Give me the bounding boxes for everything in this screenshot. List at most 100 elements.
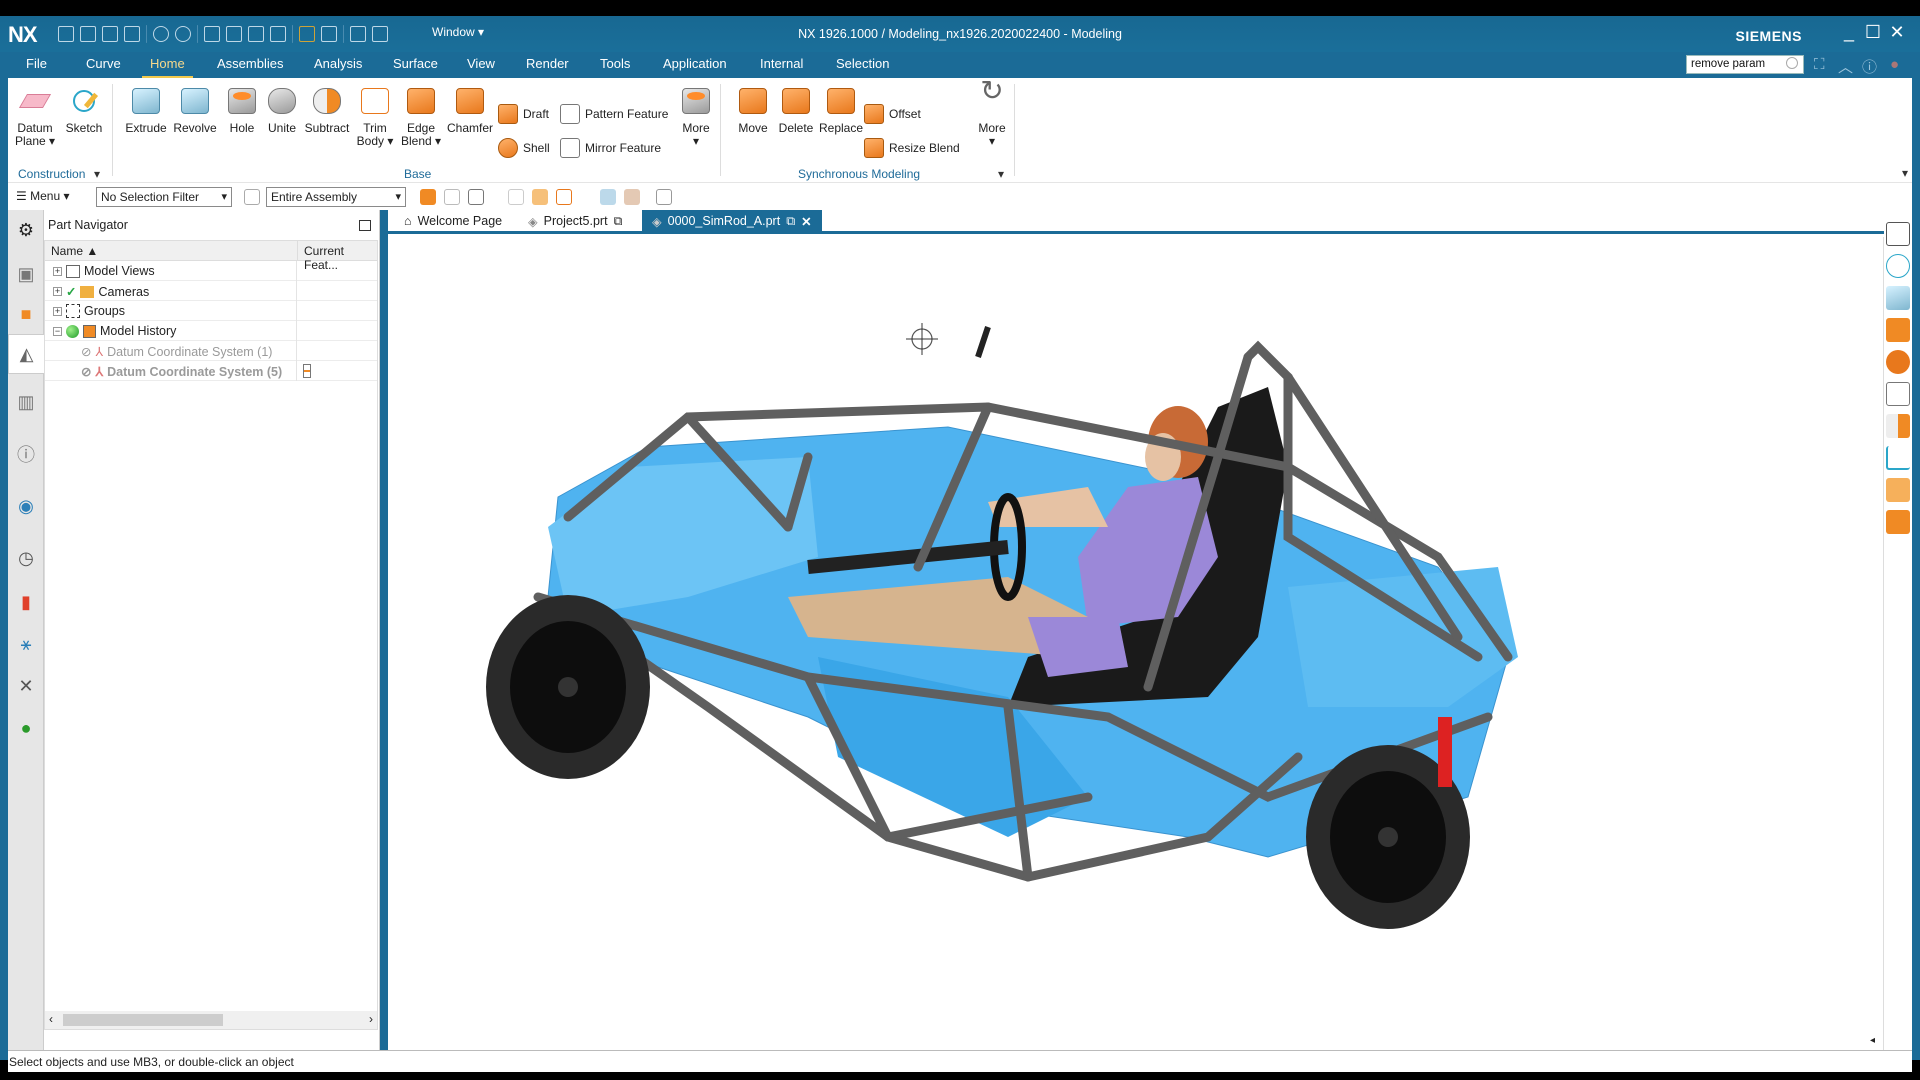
tree-row[interactable]: − Model History xyxy=(45,321,377,341)
tab-surface[interactable]: Surface xyxy=(393,56,438,71)
maximize-panel-icon[interactable] xyxy=(359,220,371,231)
select-feature-icon[interactable] xyxy=(420,189,436,205)
info-icon[interactable]: ⓘ xyxy=(12,440,40,468)
maximize-button[interactable]: ☐ xyxy=(1862,22,1884,43)
tree-row[interactable]: + Groups xyxy=(45,301,377,321)
collapse-icon[interactable]: − xyxy=(53,326,62,336)
help-icon[interactable]: ⓘ xyxy=(1862,56,1877,77)
wireframe-icon[interactable] xyxy=(656,189,672,205)
tab-home[interactable]: Home xyxy=(142,56,193,79)
tab-project5[interactable]: ◈ Project5.prt ⧉ xyxy=(518,210,632,232)
selection-scope-select[interactable]: Entire Assembly xyxy=(266,187,406,207)
hidden-eye-icon[interactable]: ⊘ xyxy=(81,344,91,359)
tab-selection[interactable]: Selection xyxy=(836,56,889,71)
shaded-view-icon[interactable] xyxy=(600,189,616,205)
pattern-shortcut-icon[interactable] xyxy=(1886,510,1910,534)
web-browser-icon[interactable]: ◉ xyxy=(12,492,40,520)
tab-internal[interactable]: Internal xyxy=(760,56,803,71)
extrude-button[interactable]: Extrude xyxy=(122,78,170,135)
datum-plane-button[interactable]: Datum Plane ▾ xyxy=(14,78,56,148)
point-constructor-icon[interactable] xyxy=(556,189,572,205)
search-icon[interactable] xyxy=(1786,57,1798,69)
curve-icon[interactable] xyxy=(1886,446,1910,470)
assembly-navigator-icon[interactable]: ▣ xyxy=(12,260,40,288)
hole-button[interactable]: Hole xyxy=(222,78,262,135)
sync-dropdown-icon[interactable]: ▾ xyxy=(998,167,1004,181)
scroll-right-icon[interactable]: › xyxy=(369,1012,373,1026)
tab-tools[interactable]: Tools xyxy=(600,56,630,71)
car-model[interactable] xyxy=(388,237,1884,1050)
section-icon[interactable] xyxy=(1886,414,1910,438)
ribbon-options-icon[interactable]: ▾ xyxy=(1902,166,1908,180)
sketch-button[interactable]: Sketch xyxy=(62,78,106,135)
tab-assemblies[interactable]: Assemblies xyxy=(217,56,283,71)
horizontal-scrollbar[interactable]: ‹ › xyxy=(45,1011,377,1029)
visualization-icon[interactable]: ▮ xyxy=(12,588,40,616)
expand-icon[interactable]: + xyxy=(53,306,62,316)
shell-button[interactable]: Shell xyxy=(498,138,550,158)
part-navigator-icon[interactable]: ◭ xyxy=(8,334,44,374)
popout-icon[interactable]: ⧉ xyxy=(786,214,795,229)
tab-analysis[interactable]: Analysis xyxy=(314,56,362,71)
sync-more-button[interactable]: ↻ More ▾ xyxy=(972,77,1012,148)
menu-button[interactable]: ☰ Menu ▾ xyxy=(16,189,69,203)
select-body-icon[interactable] xyxy=(532,189,548,205)
subtract-button[interactable]: Subtract xyxy=(302,78,352,135)
measure-icon[interactable] xyxy=(1886,382,1910,406)
collapse-ribbon-icon[interactable]: ︿ xyxy=(1838,56,1853,77)
feature-tools-icon[interactable] xyxy=(1886,478,1910,502)
tools-icon[interactable]: ✕ xyxy=(12,672,40,700)
fit-view-icon[interactable] xyxy=(1886,222,1910,246)
popout-icon[interactable]: ⧉ xyxy=(614,214,623,229)
tab-render[interactable]: Render xyxy=(526,56,569,71)
tab-application[interactable]: Application xyxy=(663,56,727,71)
fullscreen-icon[interactable]: ⛶ xyxy=(1814,56,1825,73)
hidden-eye-icon[interactable]: ⊘ xyxy=(81,364,91,379)
column-header-name[interactable]: Name ▲ xyxy=(45,241,297,261)
tab-curve[interactable]: Curve xyxy=(86,56,121,71)
tree-row[interactable]: ⊘ ⅄ Datum Coordinate System (5) xyxy=(45,361,377,381)
roles-icon[interactable]: ⚹ xyxy=(12,630,40,658)
sketch-tools-icon[interactable] xyxy=(1886,254,1910,278)
offset-button[interactable]: Offset xyxy=(864,104,921,124)
tree-row[interactable]: + ✓ Cameras xyxy=(45,281,377,301)
reuse-library-icon[interactable]: ▥ xyxy=(12,388,40,416)
history-icon[interactable]: ◷ xyxy=(12,544,40,572)
trim-body-button[interactable]: Trim Body ▾ xyxy=(354,78,396,148)
pattern-feature-button[interactable]: Pattern Feature xyxy=(560,104,668,124)
edge-blend-button[interactable]: Edge Blend ▾ xyxy=(400,78,442,148)
close-button[interactable]: ✕ xyxy=(1886,22,1908,43)
mirror-feature-button[interactable]: Mirror Feature xyxy=(560,138,661,158)
expand-icon[interactable]: + xyxy=(53,266,62,276)
collapse-rail-icon[interactable]: ◂ xyxy=(1870,1035,1875,1046)
scrollbar-thumb[interactable] xyxy=(63,1014,223,1026)
select-link-icon[interactable] xyxy=(444,189,460,205)
replace-button[interactable]: Replace xyxy=(818,78,864,135)
tab-simrod[interactable]: ◈ 0000_SimRod_A.prt ⧉ ✕ xyxy=(642,210,822,232)
unite-button[interactable]: Unite xyxy=(262,78,302,135)
move-button[interactable]: Move xyxy=(732,78,774,135)
tab-view[interactable]: View xyxy=(467,56,495,71)
resize-blend-button[interactable]: Resize Blend xyxy=(864,138,960,158)
extrude-shortcut-icon[interactable] xyxy=(1886,286,1910,310)
filter-reset-icon[interactable] xyxy=(244,189,260,205)
palette-icon[interactable]: ● xyxy=(12,714,40,742)
revolve-button[interactable]: Revolve xyxy=(170,78,220,135)
settings-icon[interactable]: ⚙ xyxy=(12,216,40,244)
move-object-icon[interactable] xyxy=(1886,318,1910,342)
scroll-left-icon[interactable]: ‹ xyxy=(49,1012,53,1026)
minimize-button[interactable]: _ xyxy=(1838,22,1860,43)
constraint-navigator-icon[interactable]: ■ xyxy=(12,300,40,328)
3d-viewport[interactable]: ◂ xyxy=(388,237,1884,1050)
blend-shortcut-icon[interactable] xyxy=(1886,350,1910,374)
construction-dropdown-icon[interactable]: ▾ xyxy=(94,167,100,181)
type-filter-icon[interactable] xyxy=(468,189,484,205)
delete-button[interactable]: Delete xyxy=(774,78,818,135)
chamfer-button[interactable]: Chamfer xyxy=(444,78,496,135)
draft-button[interactable]: Draft xyxy=(498,104,549,124)
expand-icon[interactable]: + xyxy=(53,287,62,296)
close-tab-icon[interactable]: ✕ xyxy=(801,214,811,229)
selection-filter-select[interactable]: No Selection Filter xyxy=(96,187,232,207)
column-header-current-feature[interactable]: Current Feat... xyxy=(297,241,377,272)
snap-point-icon[interactable] xyxy=(508,189,524,205)
